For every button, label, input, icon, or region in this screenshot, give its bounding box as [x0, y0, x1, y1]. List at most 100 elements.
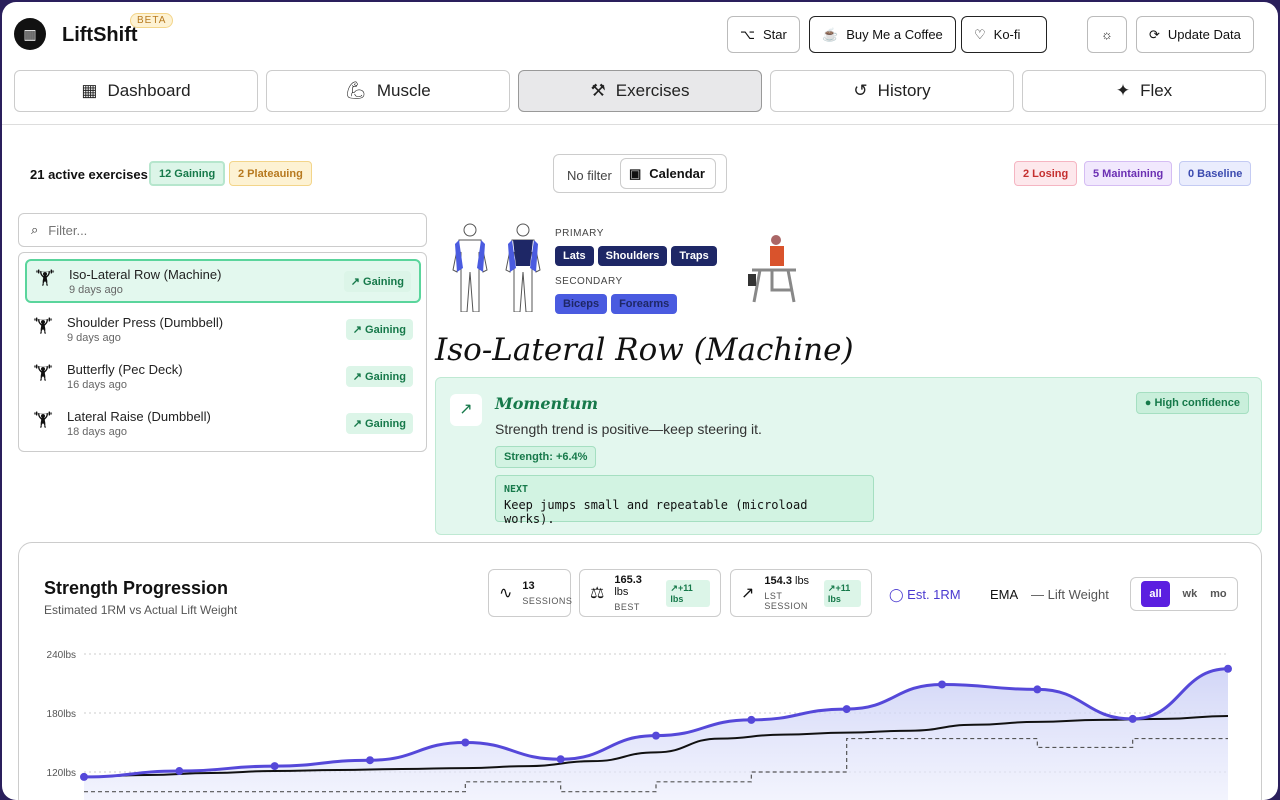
- star-label: Star: [762, 27, 787, 42]
- status-badge: ↗ Gaining: [343, 270, 411, 292]
- gaining-chip[interactable]: 12 Gaining: [149, 161, 226, 186]
- tab-label: Muscle: [376, 81, 431, 100]
- refresh-icon: ⟳: [1149, 26, 1160, 42]
- strength-badge: Strength: +6.4%: [495, 446, 597, 468]
- est-1rm-point: [80, 772, 88, 781]
- exercise-thumbnail: 🏋︎: [33, 365, 54, 382]
- y-tick-label: 180lbs: [47, 709, 76, 720]
- exercise-name: Butterfly (Pec Deck): [67, 361, 183, 377]
- exercise-item[interactable]: 🏋︎ Iso-Lateral Row (Machine) 9 days ago ↗ G…: [25, 259, 421, 303]
- momentum-text: Strength trend is positive—keep steering…: [495, 421, 762, 437]
- next-label: NEXT: [504, 484, 529, 495]
- momentum-card: ↗ Momentum Strength trend is positive—ke…: [435, 377, 1262, 535]
- tab-label: Flex: [1140, 81, 1173, 100]
- divider: [2, 124, 1278, 125]
- exercise-date: 18 days ago: [67, 425, 127, 438]
- est-1rm-point: [461, 738, 470, 747]
- body-map: [452, 223, 541, 312]
- update-label: Update Data: [1167, 27, 1241, 42]
- tab-label: Exercises: [615, 81, 690, 100]
- coffee-button[interactable]: ☕ Buy Me a Coffee: [809, 16, 956, 53]
- calendar-button[interactable]: ▣ Calendar: [620, 158, 716, 189]
- muscle-tag: Shoulders: [597, 246, 668, 266]
- exercise-date: 16 days ago: [67, 378, 127, 391]
- app-name: LiftShift: [62, 24, 138, 46]
- tab-flex[interactable]: ✦ Flex: [1022, 70, 1266, 112]
- baseline-chip[interactable]: 0 Baseline: [1179, 161, 1252, 186]
- est-1rm-point: [1128, 714, 1137, 723]
- active-count: 21 active exercises: [30, 167, 148, 182]
- est-1rm-point: [556, 755, 565, 764]
- est-1rm-point: [270, 762, 279, 771]
- theme-toggle[interactable]: ☼: [1087, 16, 1127, 53]
- tab-muscle[interactable]: 💪︎ Muscle: [266, 70, 510, 112]
- exercise-list: 🏋︎ Iso-Lateral Row (Machine) 9 days ago ↗ G…: [18, 252, 427, 452]
- muscle-tag: Biceps: [555, 294, 608, 314]
- strength-chart: 240lbs 180lbs 120lbs: [47, 650, 1232, 800]
- calendar-label: Calendar: [649, 166, 705, 181]
- kofi-button[interactable]: ♡ Ko-fi: [961, 16, 1048, 53]
- status-badge: ↗ Gaining: [345, 412, 413, 434]
- exercise-thumbnail: 🏋︎: [35, 270, 56, 287]
- exercise-thumbnail: 🏋︎: [33, 412, 54, 429]
- y-tick-label: 240lbs: [47, 650, 76, 661]
- status-badge: ↗ Gaining: [345, 365, 413, 387]
- star-button[interactable]: ⌥ Star: [727, 16, 800, 53]
- exercise-illustration: [748, 235, 796, 303]
- trend-up-icon: ↗: [450, 394, 482, 426]
- secondary-muscles: Biceps Forearms: [555, 294, 681, 314]
- muscle-tag: Forearms: [611, 294, 678, 314]
- sun-icon: ☼: [1101, 27, 1113, 42]
- est-1rm-point: [842, 705, 851, 714]
- exercise-item[interactable]: 🏋︎ Lateral Raise (Dumbbell) 18 days ago ↗ G…: [25, 401, 421, 445]
- exercise-thumbnail: 🏋︎: [33, 318, 54, 335]
- maintaining-chip[interactable]: 5 Maintaining: [1084, 161, 1173, 186]
- search-icon: ⌕: [31, 222, 39, 237]
- est-1rm-point: [175, 767, 184, 776]
- tab-label: History: [877, 81, 931, 100]
- update-data-button[interactable]: ⟳ Update Data: [1136, 16, 1254, 53]
- est-1rm-point: [1033, 685, 1042, 694]
- momentum-title: Momentum: [495, 394, 599, 413]
- exercise-title: Iso-Lateral Row (Machine): [435, 332, 854, 368]
- exercise-name: Iso-Lateral Row (Machine): [69, 266, 222, 282]
- tab-label: Dashboard: [107, 81, 191, 100]
- filter-input[interactable]: [48, 222, 389, 238]
- y-tick-label: 120lbs: [47, 768, 76, 779]
- logo-icon: ▥: [14, 18, 46, 50]
- beta-badge: BETA: [130, 13, 174, 28]
- no-filter-button[interactable]: No filter: [567, 168, 612, 183]
- est-1rm-point: [938, 680, 946, 689]
- exercise-name: Lateral Raise (Dumbbell): [67, 408, 211, 424]
- exercise-date: 9 days ago: [69, 283, 123, 296]
- status-badge: ↗ Gaining: [345, 318, 413, 340]
- sparkle-icon: ✦: [1115, 81, 1131, 100]
- history-icon: ↺: [853, 81, 868, 100]
- muscle-icon: 💪︎: [345, 81, 367, 100]
- tab-history[interactable]: ↺ History: [770, 70, 1014, 112]
- muscle-tag: Traps: [671, 246, 717, 266]
- dumbbell-icon: ⚒: [590, 81, 606, 100]
- muscle-tag: Lats: [555, 246, 594, 266]
- est-1rm-point: [366, 756, 374, 765]
- next-text: Keep jumps small and repeatable (microlo…: [504, 498, 808, 526]
- confidence-badge: ● High confidence: [1135, 392, 1249, 414]
- est-1rm-point: [747, 715, 756, 724]
- plateauing-chip[interactable]: 2 Plateauing: [229, 161, 312, 186]
- losing-chip[interactable]: 2 Losing: [1014, 161, 1078, 186]
- filter-group: No filter ▣ Calendar: [553, 154, 727, 193]
- coffee-icon: ☕: [822, 26, 839, 42]
- exercise-item[interactable]: 🏋︎ Butterfly (Pec Deck) 16 days ago ↗ Gaini…: [25, 354, 421, 398]
- github-icon: ⌥: [740, 26, 755, 42]
- app-window: ▥ LiftShift BETA ⌥ Star ☕ Buy Me a Coffee …: [2, 2, 1278, 800]
- filter-search[interactable]: ⌕: [18, 213, 427, 247]
- est-1rm-point: [652, 731, 660, 740]
- exercise-name: Shoulder Press (Dumbbell): [67, 314, 224, 330]
- tab-dashboard[interactable]: ▦ Dashboard: [14, 70, 258, 112]
- calendar-icon: ▣: [629, 165, 642, 181]
- tab-exercises[interactable]: ⚒ Exercises: [518, 70, 762, 112]
- strength-progression-card: Strength Progression Estimated 1RM vs Ac…: [18, 542, 1262, 800]
- heart-icon: ♡: [974, 26, 986, 42]
- exercise-date: 9 days ago: [67, 331, 121, 344]
- exercise-item[interactable]: 🏋︎ Shoulder Press (Dumbbell) 9 days ago ↗ G…: [25, 307, 421, 351]
